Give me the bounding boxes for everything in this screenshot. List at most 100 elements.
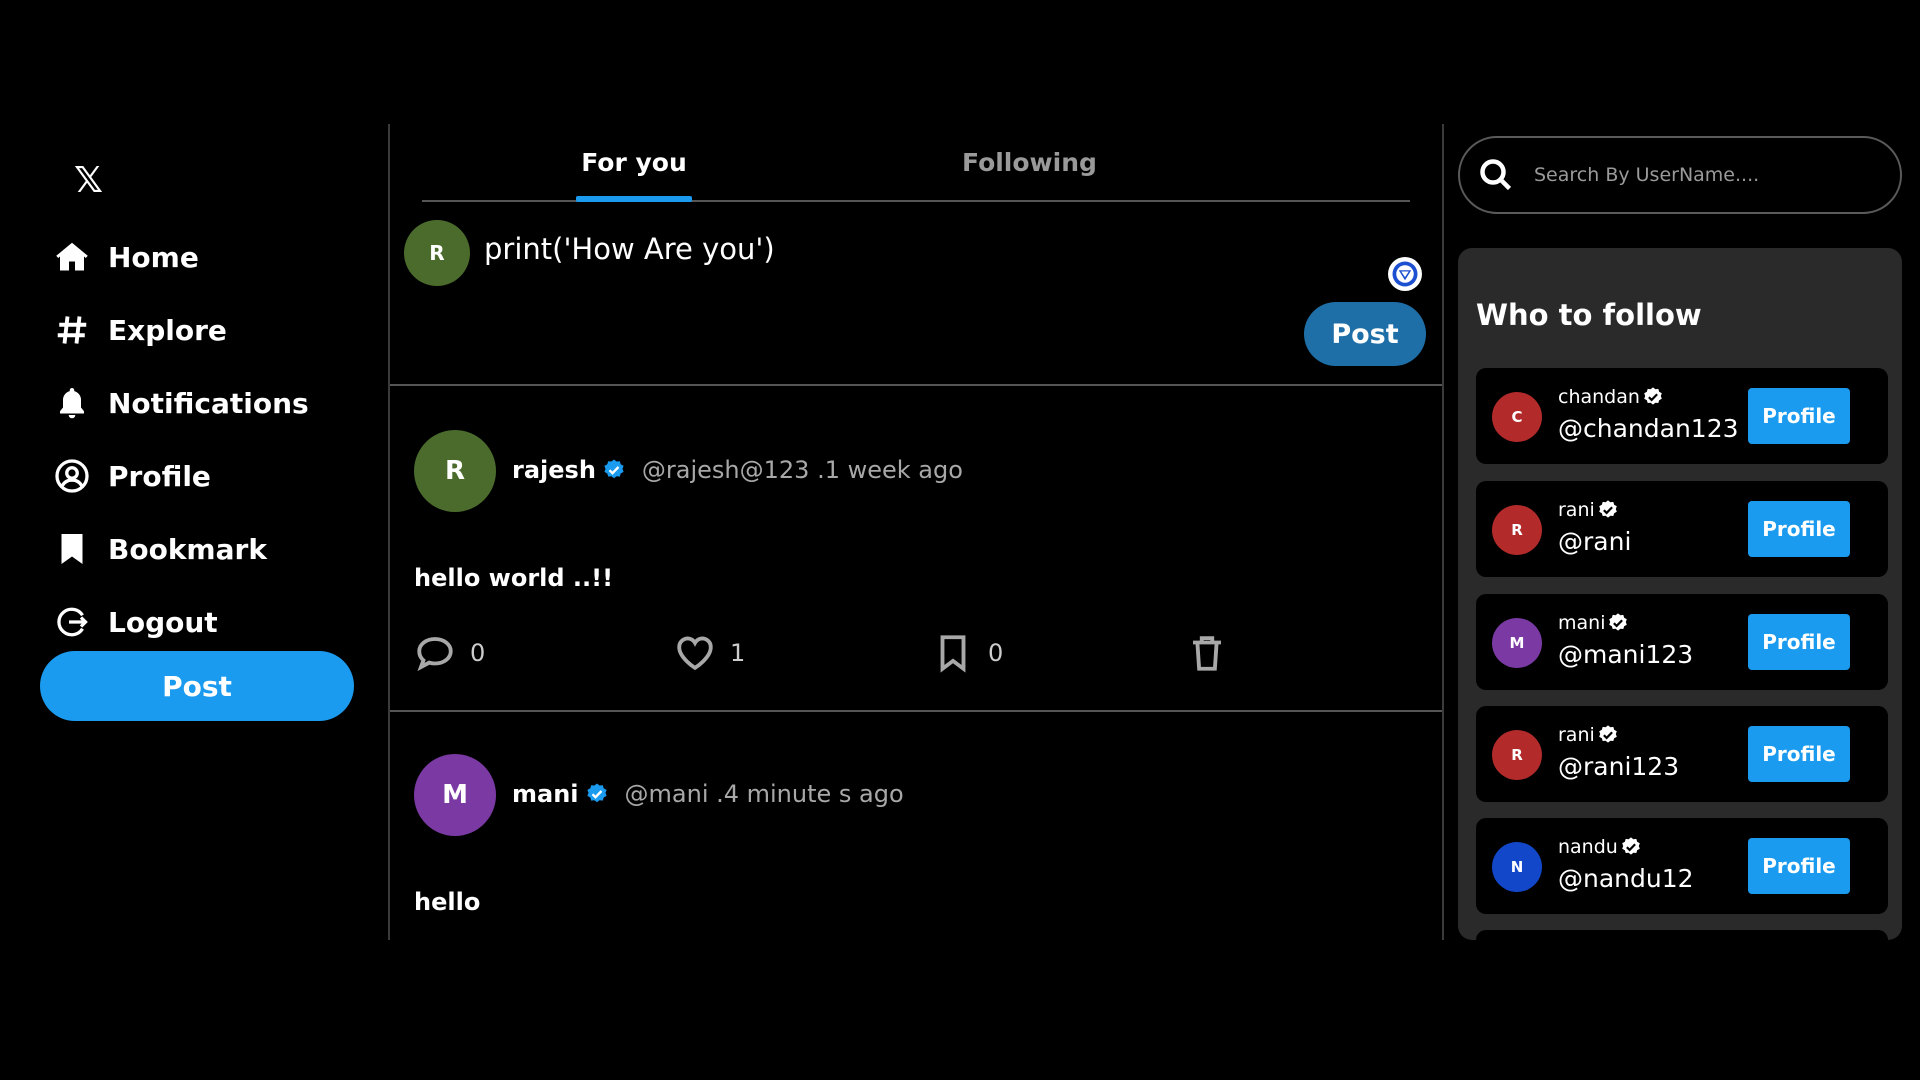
composer-input[interactable]: print('How Are you') xyxy=(484,232,775,266)
heart-icon xyxy=(677,636,713,671)
nav-item-logout[interactable]: Logout xyxy=(50,593,350,651)
follow-card: R rani @rani Profile xyxy=(1476,481,1888,577)
follow-card: N nandu @nandu12 Profile xyxy=(1476,818,1888,914)
x-logo[interactable]: 𝕏 xyxy=(74,160,104,201)
post-text: hello world ..!! xyxy=(414,564,614,592)
nav-label-home: Home xyxy=(108,240,199,274)
hashtag-icon xyxy=(50,308,94,352)
nav-label-profile: Profile xyxy=(108,459,211,493)
follow-handle: @rani123 xyxy=(1558,752,1680,781)
follow-card: R rani @rani123 Profile xyxy=(1476,706,1888,802)
verified-icon xyxy=(1609,613,1628,631)
verified-icon xyxy=(1644,387,1662,405)
follow-name-text: nandu xyxy=(1558,836,1618,858)
nav-item-bookmark[interactable]: Bookmark xyxy=(50,520,350,578)
follow-handle: @rani xyxy=(1558,527,1632,556)
post-author-name[interactable]: mani xyxy=(512,780,579,808)
like-button[interactable]: 1 xyxy=(674,632,745,674)
post-header: mani @mani .4 minute s ago xyxy=(512,780,904,808)
nav-menu: Home Explore Notifications Profile Bookm… xyxy=(50,228,350,666)
tab-following-label: Following xyxy=(962,148,1097,177)
follow-handle: @chandan123 xyxy=(1558,414,1739,443)
who-to-follow-title: Who to follow xyxy=(1476,298,1702,332)
bookmark-button[interactable]: 0 xyxy=(932,632,1003,674)
bell-icon xyxy=(50,381,94,425)
feed-post: R rajesh @rajesh@123 .1 week ago hello w… xyxy=(390,386,1442,712)
nav-item-explore[interactable]: Explore xyxy=(50,301,350,359)
follow-card-partial xyxy=(1476,930,1888,940)
post-handle-time: @rajesh@123 .1 week ago xyxy=(641,456,963,484)
follow-name-text: rani xyxy=(1558,724,1595,746)
follow-name-text: mani xyxy=(1558,612,1606,634)
follow-avatar[interactable]: M xyxy=(1492,618,1542,668)
follow-name: rani xyxy=(1558,724,1619,746)
follow-name: rani xyxy=(1558,499,1619,521)
comment-count: 0 xyxy=(470,639,486,667)
verified-icon xyxy=(1598,500,1617,518)
nav-item-profile[interactable]: Profile xyxy=(50,447,350,505)
sidebar-post-button[interactable]: Post xyxy=(40,651,354,721)
follow-name-text: rani xyxy=(1558,499,1595,521)
post-actions: 0 1 0 xyxy=(414,632,1424,680)
grammar-assistant-icon[interactable] xyxy=(1388,257,1422,291)
logout-icon xyxy=(50,600,94,644)
nav-label-notifications: Notifications xyxy=(108,386,309,420)
follow-avatar[interactable]: R xyxy=(1492,730,1542,780)
post-avatar[interactable]: R xyxy=(414,430,496,512)
nav-label-explore: Explore xyxy=(108,313,227,347)
post-handle-time: @mani .4 minute s ago xyxy=(624,780,904,808)
follow-handle: @nandu12 xyxy=(1558,864,1694,893)
search-input[interactable] xyxy=(1532,163,1876,187)
composer-post-button[interactable]: Post xyxy=(1304,302,1426,366)
divider-right xyxy=(1442,124,1444,940)
follow-name-text: chandan xyxy=(1558,386,1640,408)
user-circle-icon xyxy=(50,454,94,498)
verified-icon xyxy=(586,783,607,803)
bookmark-count: 0 xyxy=(988,639,1004,667)
tab-for-you[interactable]: For you xyxy=(574,148,694,202)
follow-card: C chandan @chandan123 Profile xyxy=(1476,368,1888,464)
profile-button[interactable]: Profile xyxy=(1748,614,1850,670)
nav-label-bookmark: Bookmark xyxy=(108,532,267,566)
follow-name: chandan xyxy=(1558,386,1664,408)
tab-following[interactable]: Following xyxy=(962,148,1097,200)
verified-icon xyxy=(1622,837,1640,855)
nav-item-home[interactable]: Home xyxy=(50,228,350,286)
app-root: 𝕏 Home Explore Notifications Profile Boo… xyxy=(0,0,1920,1080)
like-count: 1 xyxy=(730,639,746,667)
feed-tabs: For you Following xyxy=(422,124,1410,202)
comment-button[interactable]: 0 xyxy=(414,632,485,674)
nav-label-logout: Logout xyxy=(108,605,218,639)
post-composer: R print('How Are you') Post xyxy=(390,200,1442,386)
follow-handle: @mani123 xyxy=(1558,640,1694,669)
post-avatar[interactable]: M xyxy=(414,754,496,836)
feed-post: M mani @mani .4 minute s ago hello xyxy=(390,710,1442,940)
post-text: hello xyxy=(414,888,481,916)
verified-icon xyxy=(604,459,624,479)
follow-avatar[interactable]: C xyxy=(1492,392,1542,442)
comment-icon xyxy=(417,637,453,672)
bookmark-outline-icon xyxy=(940,635,966,673)
follow-card: M mani @mani123 Profile xyxy=(1476,594,1888,690)
profile-button[interactable]: Profile xyxy=(1748,388,1850,444)
home-icon xyxy=(50,235,94,279)
search-bar xyxy=(1458,136,1902,214)
nav-item-notifications[interactable]: Notifications xyxy=(50,374,350,432)
follow-name: mani xyxy=(1558,612,1629,634)
follow-avatar[interactable]: N xyxy=(1492,842,1542,892)
tab-for-you-label: For you xyxy=(581,148,687,177)
post-author-name[interactable]: rajesh xyxy=(512,456,596,484)
composer-avatar: R xyxy=(404,220,470,286)
trash-icon xyxy=(1193,636,1221,671)
search-icon xyxy=(1480,159,1512,191)
verified-icon xyxy=(1598,725,1617,743)
profile-button[interactable]: Profile xyxy=(1748,726,1850,782)
profile-button[interactable]: Profile xyxy=(1748,838,1850,894)
main-feed: For you Following R print('How Are you')… xyxy=(390,124,1442,940)
bookmark-icon xyxy=(50,527,94,571)
who-to-follow-panel: Who to follow C chandan @chandan123 Prof… xyxy=(1458,248,1902,940)
profile-button[interactable]: Profile xyxy=(1748,501,1850,557)
follow-name: nandu xyxy=(1558,836,1642,858)
follow-avatar[interactable]: R xyxy=(1492,505,1542,555)
delete-button[interactable] xyxy=(1186,632,1228,674)
